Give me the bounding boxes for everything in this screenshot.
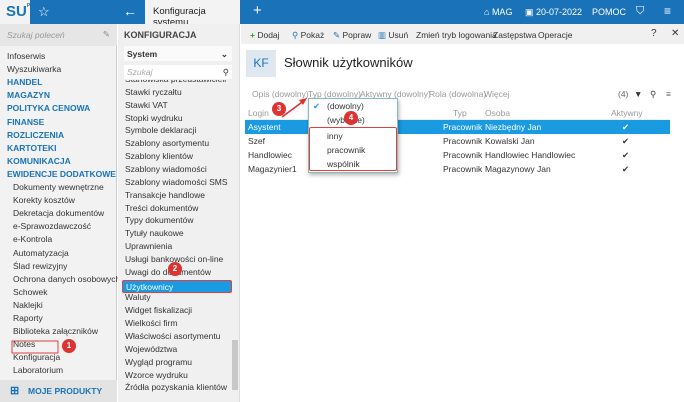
annotation-1: 1: [62, 339, 76, 353]
annotation-3: 3: [272, 102, 286, 116]
annotation-4: 4: [344, 111, 358, 125]
annotation-arrow: [11, 98, 307, 354]
konfiguracja-highlight: [11, 340, 59, 354]
annotation-2: 2: [168, 262, 182, 276]
